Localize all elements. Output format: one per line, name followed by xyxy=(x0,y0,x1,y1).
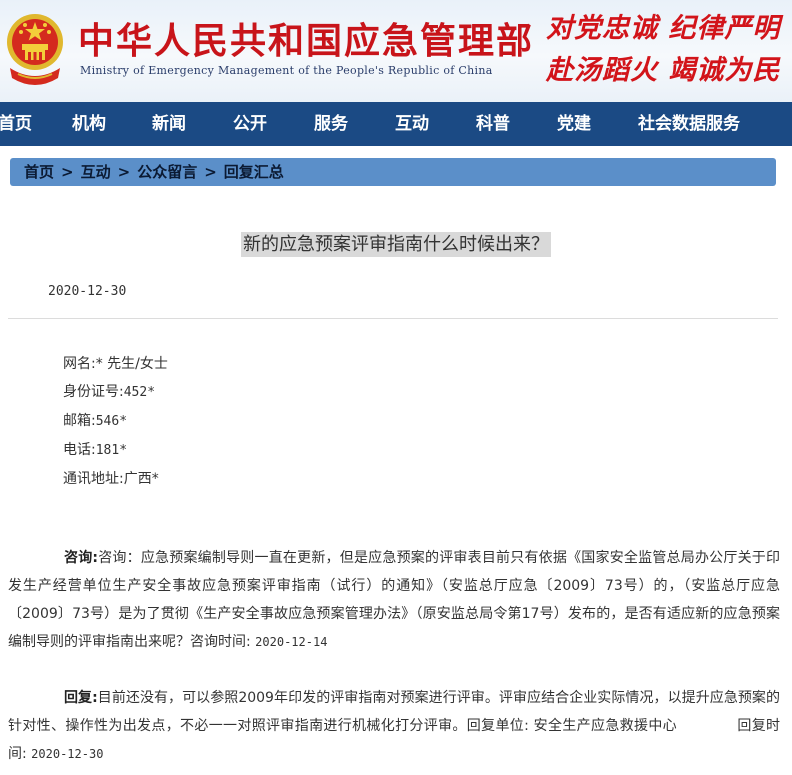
nav-item-party[interactable]: 党建 xyxy=(557,102,591,146)
breadcrumb-interaction[interactable]: 互动 xyxy=(81,163,111,181)
nav-item-data-services[interactable]: 社会数据服务 xyxy=(638,102,740,146)
consult-time-value: 2020-12-14 xyxy=(255,635,328,649)
email-label: 邮箱: xyxy=(63,413,96,429)
phone-label: 电话: xyxy=(63,442,96,458)
info-id-row: 身份证号:452* xyxy=(63,378,168,407)
breadcrumb: 首页 > 互动 > 公众留言 > 回复汇总 xyxy=(10,158,776,186)
motto-line-2: 赴汤蹈火 竭诚为民 xyxy=(546,55,781,86)
breadcrumb-home[interactable]: 首页 xyxy=(24,163,54,181)
breadcrumb-separator: > xyxy=(204,163,217,181)
question-date: 2020-12-30 xyxy=(48,284,127,299)
reply-unit-label: 回复单位: xyxy=(466,718,529,734)
address-value: 广西* xyxy=(123,471,159,487)
site-subtitle: Ministry of Emergency Management of the … xyxy=(80,64,493,77)
site-header: 中华人民共和国应急管理部 Ministry of Emergency Manag… xyxy=(0,0,792,102)
national-emblem-icon xyxy=(7,14,63,85)
phone-value: 181* xyxy=(95,443,128,458)
email-value: 546* xyxy=(95,414,128,429)
breadcrumb-separator: > xyxy=(61,163,74,181)
nav-item-home[interactable]: 首页 xyxy=(0,102,32,146)
breadcrumb-reply-summary[interactable]: 回复汇总 xyxy=(224,163,284,181)
submitter-info: 网名:* 先生/女士 身份证号:452* 邮箱:546* 电话:181* 通讯地… xyxy=(63,350,168,493)
reply-paragraph: 回复:目前还没有，可以参照2009年印发的评审指南对预案进行评审。评审应结合企业… xyxy=(8,684,780,768)
consult-paragraph: 咨询:咨询：应急预案编制导则一直在更新，但是应急预案的评审表目前只有依据《国家安… xyxy=(8,544,780,656)
nav-item-public[interactable]: 公开 xyxy=(233,102,267,146)
info-email-row: 邮箱:546* xyxy=(63,407,168,436)
breadcrumb-separator: > xyxy=(117,163,131,181)
info-address-row: 通讯地址:广西* xyxy=(63,465,168,493)
name-label: 网名: xyxy=(63,356,96,372)
consult-label: 咨询: xyxy=(64,550,99,566)
nav-item-organization[interactable]: 机构 xyxy=(72,102,106,146)
reply-label: 回复: xyxy=(64,690,98,706)
nav-item-science[interactable]: 科普 xyxy=(476,102,510,146)
site-title: 中华人民共和国应急管理部 xyxy=(78,21,535,62)
consult-text: 咨询：应急预案编制导则一直在更新，但是应急预案的评审表目前只有依据《国家安全监管… xyxy=(8,550,780,650)
info-name-row: 网名:* 先生/女士 xyxy=(63,350,168,378)
nav-item-news[interactable]: 新闻 xyxy=(152,102,186,146)
main-nav: 首页 机构 新闻 公开 服务 互动 科普 党建 社会数据服务 xyxy=(0,102,792,146)
name-value: * 先生/女士 xyxy=(95,356,168,372)
address-label: 通讯地址: xyxy=(63,471,124,487)
question-title: 新的应急预案评审指南什么时候出来？ xyxy=(241,232,551,257)
question-title-row: 新的应急预案评审指南什么时候出来？ xyxy=(0,230,792,257)
id-value: 452* xyxy=(123,385,156,400)
nav-item-services[interactable]: 服务 xyxy=(314,102,348,146)
info-phone-row: 电话:181* xyxy=(63,436,168,465)
reply-time-value: 2020-12-30 xyxy=(31,747,104,761)
id-label: 身份证号: xyxy=(63,384,124,400)
motto-line-1: 对党忠诚 纪律严明 xyxy=(546,13,781,44)
nav-item-interaction[interactable]: 互动 xyxy=(395,102,429,146)
reply-unit-value: 安全生产应急救援中心 xyxy=(533,718,678,734)
breadcrumb-public-messages[interactable]: 公众留言 xyxy=(137,163,197,181)
consult-time-label: 咨询时间: xyxy=(190,634,251,650)
divider xyxy=(8,318,778,319)
